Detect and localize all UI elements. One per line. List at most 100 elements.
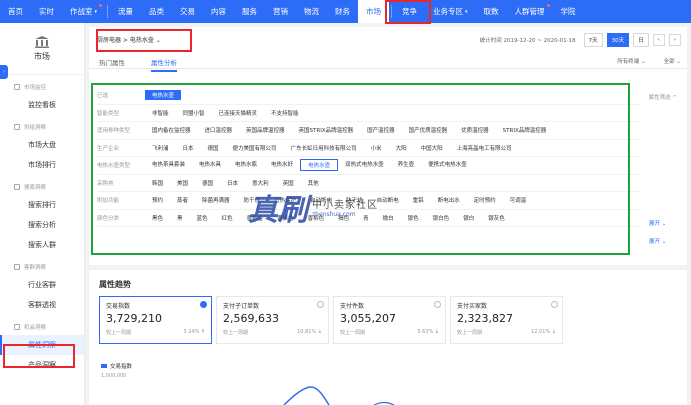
next-period-button[interactable]: › — [668, 34, 681, 46]
expand-colors-link[interactable]: 展开 ⌄ — [649, 237, 666, 245]
check-icon[interactable] — [317, 301, 324, 308]
trend-series-line — [283, 386, 330, 405]
group-icon — [14, 324, 20, 330]
sidebar-group-header: 市场监控 — [0, 75, 84, 95]
trend-line-chart — [283, 386, 395, 405]
nav-item-label: 物流 — [304, 7, 320, 16]
nav-item[interactable]: 品类 — [141, 0, 172, 23]
terminal-select-value: 所有终端 — [617, 59, 640, 65]
sidebar-item[interactable]: 搜索排行 — [0, 195, 84, 215]
arrow-down-icon: ↓ — [317, 329, 322, 335]
check-icon[interactable] — [551, 301, 558, 308]
nav-item-label: 市场 — [366, 7, 382, 16]
group-icon — [14, 264, 20, 270]
nav-item[interactable]: 取数 — [476, 0, 507, 23]
group-icon — [14, 184, 20, 190]
notification-dot — [99, 4, 103, 7]
nav-item[interactable]: 财务 — [327, 0, 358, 23]
trend-title: 属性趋势 — [99, 280, 131, 289]
nav-item-label: 业务专区 — [433, 7, 464, 16]
nav-item-label: 人群管理 — [514, 7, 545, 16]
metric-card[interactable]: 支付件数 3,055,207 较上一周期 5.63% ↓ — [333, 296, 446, 344]
highlight-breadcrumb — [96, 29, 192, 52]
nav-item-label: 流量 — [118, 7, 134, 16]
sidebar-item[interactable]: 行业客群 — [0, 275, 84, 295]
nav-item[interactable]: 人群管理 — [507, 0, 553, 23]
metric-value: 3,055,207 — [340, 312, 396, 325]
metric-title: 交易指数 — [106, 303, 131, 310]
nav-item[interactable]: 首页 — [0, 0, 31, 23]
sidebar-group-header: 客群洞察 — [0, 255, 84, 275]
nav-item-label: 财务 — [335, 7, 351, 16]
nav-item[interactable]: 物流 — [296, 0, 327, 23]
date-range: 统计时间 2019-12-20 ~ 2020-01-18 — [479, 38, 576, 44]
metric-card[interactable]: 支付买家数 2,323,827 较上一周期 12.01% ↓ — [450, 296, 563, 344]
metric-title: 支付件数 — [340, 303, 365, 310]
expand-label: 展开 — [649, 239, 661, 245]
nav-item-label: 品类 — [149, 7, 165, 16]
metric-card[interactable]: 交易指数 3,729,210 较上一周期 3.24% ↑ — [99, 296, 212, 344]
sidebar-group-header: 搜索洞察 — [0, 175, 84, 195]
sidebar-group-label: 机会洞察 — [24, 325, 47, 331]
tab-hot-attributes[interactable]: 热门属性 — [99, 57, 125, 67]
sidebar-item[interactable]: 搜索分析 — [0, 215, 84, 235]
sidebar-group-label: 供给洞察 — [24, 125, 47, 131]
nav-separator — [107, 5, 109, 18]
sidebar-item[interactable]: 搜索人群 — [0, 235, 84, 255]
compare-change: 12.01% ↓ — [531, 329, 556, 336]
nav-item-label: 交易 — [180, 7, 196, 16]
scope-select-value: 全部 — [663, 59, 675, 65]
chevron-down-icon: ▾ — [465, 8, 468, 15]
notification-dot — [546, 4, 550, 7]
compare-change: 3.24% ↑ — [183, 329, 205, 336]
range-30-days-button[interactable]: 30天 — [606, 33, 630, 47]
nav-item[interactable]: 交易 — [172, 0, 203, 23]
terminal-select[interactable]: 所有终端 ⌄ — [617, 57, 645, 65]
range-7-days-button[interactable]: 7天 — [583, 33, 603, 47]
compare-percent: 5.63% — [417, 329, 434, 335]
metric-card[interactable]: 支付子订单数 2,569,633 较上一周期 10.81% ↓ — [216, 296, 329, 344]
sidebar-group-label: 搜索洞察 — [24, 185, 47, 191]
scope-select[interactable]: 全部 ⌄ — [664, 57, 681, 65]
nav-item[interactable]: 实时 — [31, 0, 62, 23]
prev-period-button[interactable]: ‹ — [652, 34, 665, 46]
watermark-line2: zhenshua.com — [312, 211, 356, 218]
sidebar-item[interactable]: 市场排行 — [0, 155, 84, 175]
nav-item[interactable]: 内容 — [203, 0, 234, 23]
check-icon[interactable] — [434, 301, 441, 308]
sidebar-collapse-toggle[interactable]: › — [0, 65, 8, 79]
compare-label: 较上一周期 — [106, 330, 132, 336]
metric-title: 支付子订单数 — [223, 303, 260, 310]
metric-compare: 较上一周期 12.01% ↓ — [457, 329, 556, 336]
attribute-trend-section: 属性趋势 交易指数 3,729,210 较上一周期 3.24% ↑ 支付子订单数 2,56… — [89, 270, 687, 405]
arrow-down-icon: ↓ — [434, 329, 439, 335]
sidebar-item[interactable]: 客群透视 — [0, 295, 84, 315]
arrow-up-icon: ↑ — [200, 329, 205, 335]
nav-item[interactable]: 业务专区 ▾ — [425, 0, 476, 23]
nav-item[interactable]: 作战室 ▾ — [62, 0, 105, 23]
watermark-line1: 中小卖家社区 — [312, 200, 378, 211]
sidebar-group-header: 供给洞察 — [0, 115, 84, 135]
compare-label: 较上一周期 — [340, 330, 366, 336]
check-icon[interactable] — [200, 301, 207, 308]
highlight-attribute-table — [91, 83, 630, 255]
compare-label: 较上一周期 — [457, 330, 483, 336]
chevron-down-icon: ▾ — [94, 8, 98, 15]
nav-item-label: 实时 — [39, 7, 54, 16]
metric-value: 2,569,633 — [223, 312, 279, 325]
top-navigation: 首页 实时 作战室 ▾ 流量 品类 交易 内容 服务 营销 物流 财务 市场 竞争 业务专区 ▾ 取数 人群管理学… — [0, 0, 691, 23]
nav-item[interactable]: 学院 — [553, 0, 584, 23]
nav-item[interactable]: 流量 — [110, 0, 141, 23]
expand-functions-link[interactable]: 展开 ⌄ — [649, 219, 666, 227]
sidebar-item[interactable]: 监控看板 — [0, 95, 84, 115]
metric-cards: 交易指数 3,729,210 较上一周期 3.24% ↑ 支付子订单数 2,569,633… — [99, 296, 563, 344]
nav-item[interactable]: 营销 — [265, 0, 296, 23]
sidebar-item[interactable]: 市场大盘 — [0, 135, 84, 155]
attribute-filter-toggle[interactable]: 属性筛选 ^ — [649, 93, 677, 101]
sidebar-title: 市场 — [34, 51, 50, 61]
tab-attribute-analysis[interactable]: 属性分析 — [151, 57, 177, 72]
range-day-button[interactable]: 日 — [633, 33, 649, 47]
nav-item[interactable]: 服务 — [234, 0, 265, 23]
nav-item-label: 作战室 — [70, 7, 93, 16]
metric-title: 支付买家数 — [457, 303, 488, 310]
